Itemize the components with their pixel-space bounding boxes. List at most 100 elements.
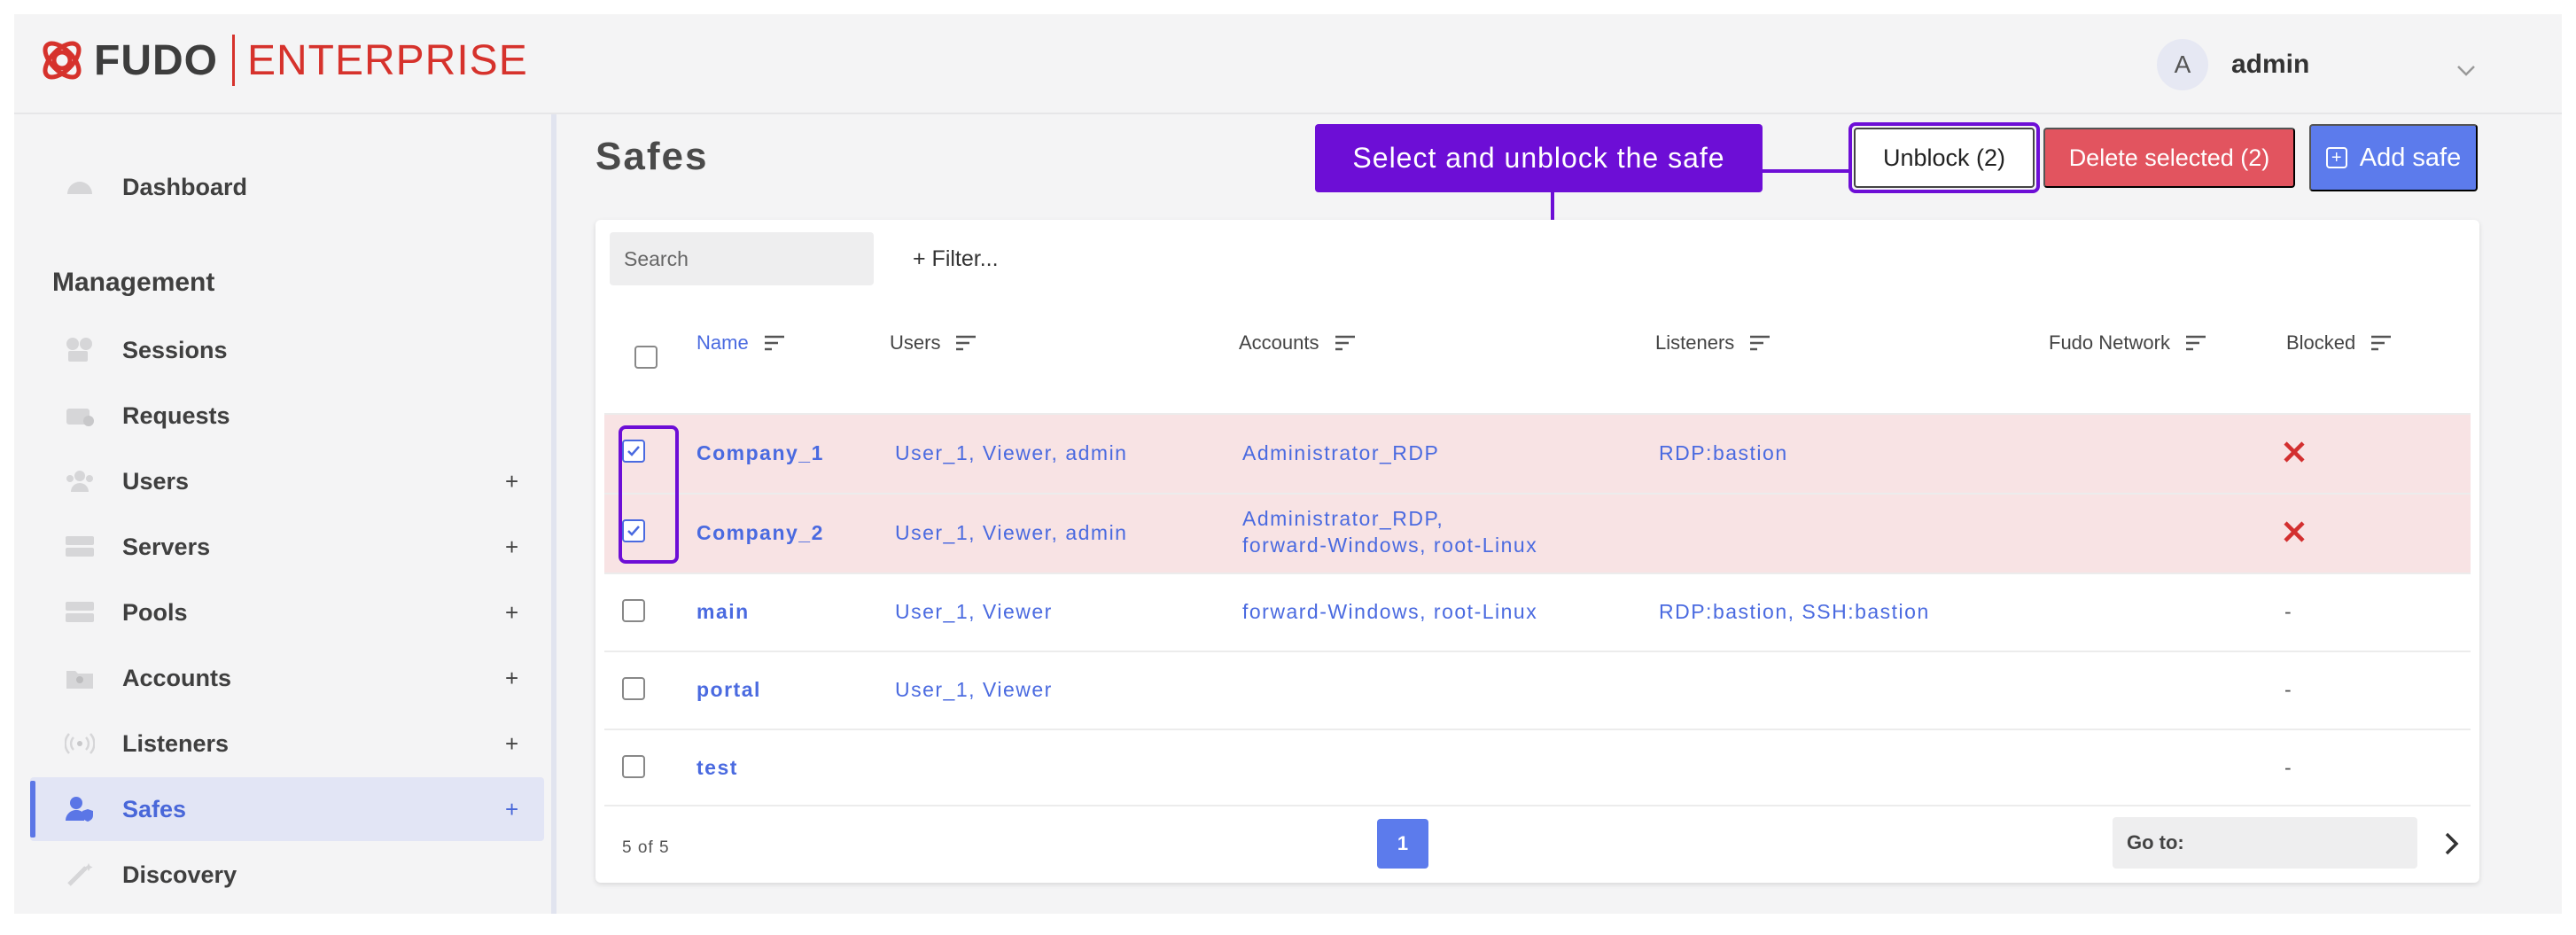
listeners-cell[interactable]: RDP:bastion, SSH:bastion (1659, 600, 1930, 624)
listeners-cell[interactable]: RDP:bastion (1659, 441, 1788, 465)
chevron-right-icon[interactable] (2439, 830, 2463, 858)
add-server-button[interactable]: + (505, 534, 518, 561)
sidebar-item-label: Sessions (122, 336, 228, 363)
column-header-label: Fudo Network (2049, 331, 2170, 354)
logo-divider (231, 35, 235, 86)
sidebar-item-label: Dashboard (122, 173, 248, 200)
sidebar-item-accounts[interactable]: Accounts + (30, 646, 544, 710)
add-account-button[interactable]: + (505, 665, 518, 692)
safe-name-link[interactable]: test (697, 756, 738, 780)
sidebar-item-listeners[interactable]: Listeners + (30, 712, 544, 775)
sidebar-item-label: Pools (122, 598, 188, 626)
sort-icon (2185, 335, 2206, 351)
user-name: admin (2231, 50, 2310, 79)
safes-icon (64, 796, 96, 822)
sidebar-item-dashboard[interactable]: Dashboard (30, 155, 544, 219)
add-safe-label: Add safe (2359, 143, 2462, 172)
annotation-connector (1763, 169, 1848, 173)
row-checkbox[interactable] (622, 755, 645, 778)
add-safe-button[interactable]: + Add safe (2309, 124, 2478, 191)
sidebar-item-label: Users (122, 467, 190, 495)
accounts-cell[interactable]: forward-Windows, root-Linux (1242, 600, 1537, 624)
top-header: FUDO ENTERPRISE A admin (14, 14, 2562, 114)
accounts-cell-line2[interactable]: forward-Windows, root-Linux (1242, 534, 1537, 557)
safe-name-link[interactable]: Company_1 (697, 441, 824, 465)
goto-page-input[interactable]: Go to: (2113, 817, 2417, 869)
users-cell[interactable]: User_1, Viewer, admin (895, 441, 1127, 465)
column-header-label: Users (890, 331, 941, 354)
sidebar-item-requests[interactable]: Requests (30, 384, 544, 448)
add-listener-button[interactable]: + (505, 730, 518, 758)
sort-icon (956, 335, 977, 351)
sidebar-item-discovery[interactable]: Discovery (30, 843, 544, 907)
listeners-icon (64, 730, 96, 757)
sessions-icon (64, 337, 96, 363)
search-input[interactable] (610, 232, 874, 285)
requests-icon (64, 402, 96, 429)
blocked-cell: - (2284, 678, 2293, 701)
column-header-label: Name (697, 331, 749, 354)
sidebar-item-safes[interactable]: Safes + (30, 777, 544, 841)
fudo-logo-icon (37, 35, 87, 85)
user-menu[interactable]: A admin (2157, 39, 2309, 90)
delete-selected-button[interactable]: Delete selected (2) (2043, 128, 2295, 188)
users-cell[interactable]: User_1, Viewer, admin (895, 521, 1127, 545)
blocked-x-icon (2284, 521, 2305, 542)
accounts-icon (64, 665, 96, 691)
pagination-page-1[interactable]: 1 (1377, 819, 1428, 869)
sidebar-item-label: Discovery (122, 861, 237, 888)
filter-button[interactable]: + Filter... (913, 232, 999, 285)
users-cell[interactable]: User_1, Viewer (895, 600, 1053, 624)
users-cell[interactable]: User_1, Viewer (895, 678, 1053, 702)
add-safe-sidebar-button[interactable]: + (505, 796, 518, 823)
sort-icon (2371, 335, 2392, 351)
brand-name: FUDO (94, 36, 218, 84)
annotation-callout: Select and unblock the safe (1315, 124, 1763, 192)
safes-table-card: + Filter... Name Users Accounts Listener… (595, 220, 2479, 883)
row-checkbox[interactable] (622, 677, 645, 700)
sidebar-item-label: Requests (122, 401, 230, 429)
column-header-fudo-network[interactable]: Fudo Network (2049, 331, 2206, 355)
column-header-users[interactable]: Users (890, 331, 977, 355)
users-icon (64, 468, 96, 495)
sidebar-item-pools[interactable]: Pools + (30, 580, 544, 644)
add-user-button[interactable]: + (505, 468, 518, 495)
column-header-label: Accounts (1239, 331, 1319, 354)
sidebar-item-sessions[interactable]: Sessions (30, 318, 544, 382)
select-all-checkbox[interactable] (634, 346, 658, 369)
column-header-listeners[interactable]: Listeners (1655, 331, 1771, 355)
table-row[interactable] (604, 729, 2471, 806)
dashboard-icon (64, 174, 96, 200)
column-header-accounts[interactable]: Accounts (1239, 331, 1355, 355)
column-header-blocked[interactable]: Blocked (2286, 331, 2392, 355)
page-title: Safes (595, 135, 709, 178)
chevron-down-icon[interactable] (2456, 60, 2476, 80)
section-heading-management: Management (52, 268, 215, 297)
pools-icon (64, 599, 96, 626)
row-checkbox[interactable] (622, 599, 645, 622)
discovery-icon (64, 861, 96, 888)
sidebar-item-users[interactable]: Users + (30, 449, 544, 513)
table-row[interactable] (604, 651, 2471, 729)
unblock-button[interactable]: Unblock (2) (1854, 128, 2035, 188)
safe-name-link[interactable]: portal (697, 678, 761, 702)
blocked-x-icon (2284, 441, 2305, 463)
sort-icon (1335, 335, 1355, 351)
fudo-logo[interactable]: FUDO ENTERPRISE (37, 34, 528, 87)
safe-name-link[interactable]: main (697, 600, 750, 624)
safe-name-link[interactable]: Company_2 (697, 521, 824, 545)
accounts-cell[interactable]: Administrator_RDP (1242, 441, 1439, 465)
sidebar-item-label: Accounts (122, 664, 232, 691)
table-row[interactable] (604, 493, 2471, 573)
checkbox-highlight (619, 425, 679, 564)
column-header-label: Listeners (1655, 331, 1735, 354)
accounts-cell[interactable]: Administrator_RDP, (1242, 507, 1444, 531)
result-count: 5 of 5 (622, 838, 670, 857)
brand-product: ENTERPRISE (246, 36, 528, 84)
table-row[interactable] (604, 413, 2471, 493)
sidebar: Dashboard Management Sessions Requests U… (14, 114, 556, 914)
add-pool-button[interactable]: + (505, 599, 518, 627)
column-header-name[interactable]: Name (697, 331, 784, 355)
sidebar-item-label: Listeners (122, 729, 230, 757)
sidebar-item-servers[interactable]: Servers + (30, 515, 544, 579)
